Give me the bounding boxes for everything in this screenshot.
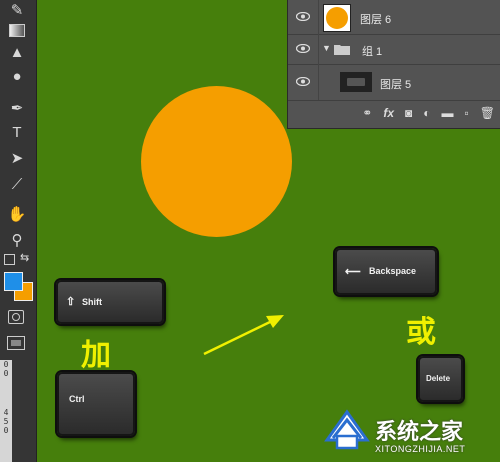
type-icon[interactable]: T: [5, 122, 29, 142]
new-layer-icon[interactable]: ▫: [465, 106, 469, 120]
pen-icon[interactable]: ✒: [5, 98, 29, 118]
layer-row[interactable]: 图层 6: [288, 0, 500, 35]
arrow-annotation: [203, 315, 284, 356]
shift-key-label: Shift: [82, 297, 102, 307]
delete-key: Delete: [418, 356, 463, 402]
plus-annotation: 加: [81, 338, 111, 373]
watermark-logo: [324, 409, 370, 450]
backspace-arrow-icon: ⟵: [345, 266, 361, 278]
shift-key: ⇧ Shift: [56, 280, 164, 324]
ruler-label: 4: [3, 408, 9, 417]
orange-circle: [141, 86, 292, 237]
fx-button[interactable]: fx: [383, 106, 394, 120]
folder-icon: [334, 45, 350, 55]
ruler-label: 0: [3, 426, 9, 435]
backspace-key-label: Backspace: [369, 266, 417, 276]
adjustment-icon[interactable]: ◐: [423, 106, 430, 120]
eye-icon[interactable]: [296, 77, 310, 86]
link-icon[interactable]: ⚭: [362, 106, 372, 120]
layer-name: 图层 5: [380, 79, 412, 91]
folder-icon[interactable]: ▬: [442, 106, 454, 120]
layers-panel-footer: ⚭ fx ◙ ◐ ▬ ▫ 🗑: [288, 100, 500, 126]
mask-icon[interactable]: ◙: [405, 106, 412, 120]
layer-row[interactable]: 图层 5: [288, 64, 500, 101]
tools-panel: ✎ ▲ ● ✒ T ➤ ⟋ ✋ ⚲ ⇆ 0 0 4 5 0: [0, 0, 37, 462]
line-icon[interactable]: ⟋: [5, 174, 29, 194]
zoom-icon[interactable]: ⚲: [5, 230, 29, 250]
brush-icon[interactable]: ✎: [5, 0, 29, 20]
watermark-url: XITONGZHIJIA.NET: [375, 444, 466, 454]
watermark-brand: 系统之家: [375, 420, 464, 445]
eye-icon[interactable]: [296, 44, 310, 53]
vertical-ruler: 0 0 4 5 0: [0, 360, 12, 462]
ruler-label: 0: [3, 369, 9, 378]
layer-name: 图层 6: [360, 14, 392, 26]
quick-mask-icon[interactable]: [8, 310, 24, 324]
ctrl-key: Ctrl: [57, 372, 135, 436]
layer-thumbnail: [340, 72, 372, 92]
gradient-icon[interactable]: [5, 20, 29, 40]
backspace-key: ⟵ Backspace: [335, 248, 437, 295]
dodge-icon[interactable]: ●: [5, 66, 29, 86]
layer-thumbnail: [323, 4, 351, 32]
layer-group-row[interactable]: ▼ 组 1: [288, 34, 500, 65]
or-annotation: 或: [406, 315, 436, 350]
layers-panel: 图层 6 ▼ 组 1 图层 5 ⚭ fx ◙ ◐ ▬ ▫ 🗑: [287, 0, 500, 129]
blur-icon[interactable]: ▲: [5, 42, 29, 62]
swap-colors-icon[interactable]: ⇆: [20, 251, 29, 264]
group-expand-icon[interactable]: ▼: [322, 43, 331, 53]
screen-mode-icon[interactable]: [7, 336, 25, 350]
foreground-color-swatch[interactable]: [4, 272, 23, 291]
shift-arrow-icon: ⇧: [66, 296, 76, 308]
delete-key-label: Delete: [426, 374, 451, 383]
trash-icon[interactable]: 🗑: [480, 106, 495, 120]
ctrl-key-label: Ctrl: [69, 394, 85, 404]
default-colors-icon[interactable]: [4, 254, 15, 265]
ruler-label: 5: [3, 417, 9, 426]
group-name: 组 1: [362, 46, 383, 58]
eye-icon[interactable]: [296, 12, 310, 21]
watermark: 系统之家 XITONGZHIJIA.NET: [323, 404, 500, 462]
ruler-label: 0: [3, 360, 9, 369]
hand-icon[interactable]: ✋: [5, 204, 29, 224]
path-selection-icon[interactable]: ➤: [5, 148, 29, 168]
